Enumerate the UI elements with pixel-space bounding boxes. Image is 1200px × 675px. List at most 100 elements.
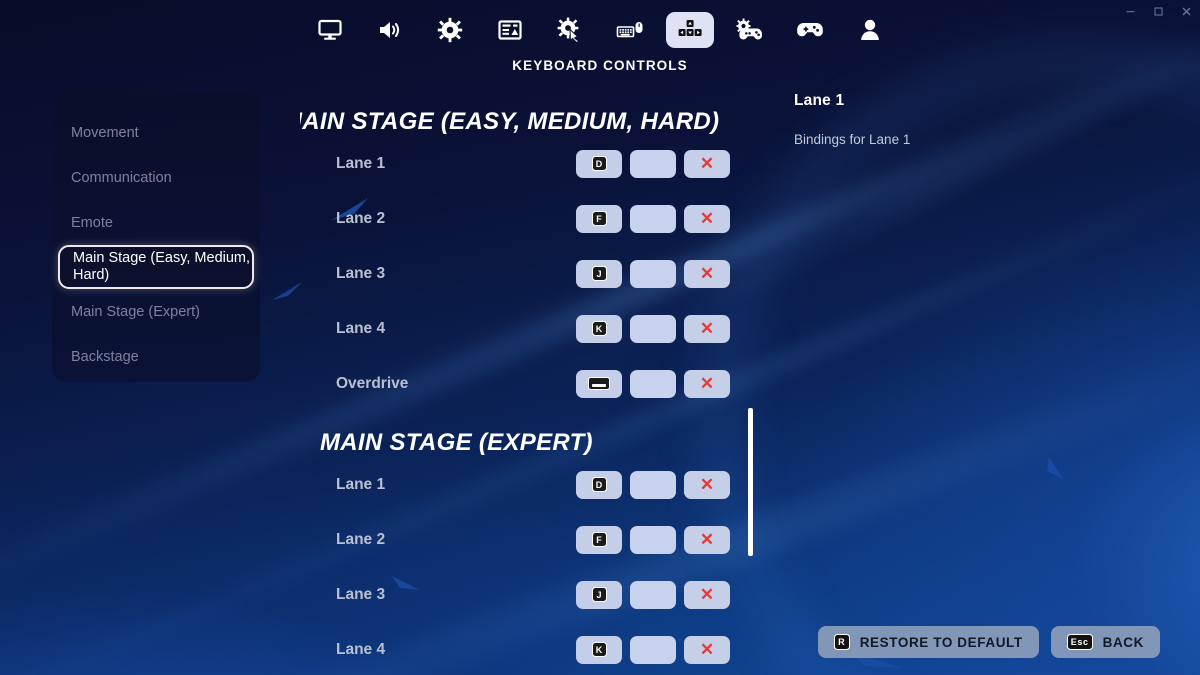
binding-action-label: Lane 1	[336, 154, 386, 172]
keycap: J	[591, 266, 607, 281]
secondary-bind-button[interactable]	[630, 204, 676, 233]
binding-buttons: J ✕	[576, 259, 752, 288]
binding-row[interactable]: Lane 3 J ✕	[300, 246, 752, 301]
tab-controller-options[interactable]	[726, 12, 774, 48]
clear-bind-button[interactable]: ✕	[684, 149, 730, 178]
close-icon: ✕	[699, 374, 715, 393]
primary-bind-button[interactable]: F	[576, 525, 622, 554]
clear-bind-button[interactable]: ✕	[684, 580, 730, 609]
primary-bind-button[interactable]: D	[576, 470, 622, 499]
background-shard	[272, 282, 302, 300]
binding-action-label: Lane 2	[336, 530, 386, 548]
binding-buttons: F ✕	[576, 204, 752, 233]
binding-buttons: K ✕	[576, 314, 752, 343]
sidebar-item-communication[interactable]: Communication	[52, 155, 260, 200]
back-button[interactable]: Esc BACK	[1050, 626, 1160, 658]
restore-to-default-label: RESTORE TO DEFAULT	[859, 634, 1023, 650]
tab-game[interactable]	[426, 12, 474, 48]
primary-bind-button[interactable]: D	[576, 149, 622, 178]
window-close-button[interactable]	[1172, 0, 1200, 22]
binding-buttons: ✕	[576, 369, 752, 398]
detail-description: Bindings for Lane 1	[794, 132, 911, 147]
clear-bind-button[interactable]: ✕	[684, 525, 730, 554]
tab-controller-controls[interactable]	[786, 12, 834, 48]
tab-account[interactable]	[846, 12, 894, 48]
sidebar-item-main-stage-easy-medium-hard[interactable]: Main Stage (Easy, Medium, Hard)	[58, 245, 254, 289]
spacebar-keycap	[588, 377, 610, 390]
section-title-main-stage-easy: MAIN STAGE (EASY, MEDIUM, HARD)	[300, 108, 720, 135]
binding-row[interactable]: Lane 2 F ✕	[300, 512, 752, 567]
sidebar-item-label: Main Stage (Easy, Medium, Hard)	[73, 250, 251, 283]
binding-row[interactable]: Lane 2 F ✕	[300, 191, 752, 246]
window-maximize-button[interactable]	[1144, 0, 1172, 22]
binding-detail-panel: Lane 1 Bindings for Lane 1	[794, 92, 1124, 147]
gear-icon	[437, 17, 463, 43]
monitor-icon	[317, 17, 343, 43]
tab-accessibility[interactable]	[546, 12, 594, 48]
binding-action-label: Lane 3	[336, 264, 386, 282]
secondary-bind-button[interactable]	[630, 259, 676, 288]
sidebar-item-main-stage-expert[interactable]: Main Stage (Expert)	[52, 289, 260, 334]
r-keycap-icon: R	[833, 634, 850, 650]
close-icon: ✕	[699, 154, 715, 173]
binding-buttons: D ✕	[576, 149, 752, 178]
hud-layout-icon	[497, 17, 523, 43]
tab-hud-layout[interactable]	[486, 12, 534, 48]
keycap: F	[591, 211, 607, 226]
window-minimize-button[interactable]	[1116, 0, 1144, 22]
secondary-bind-button[interactable]	[630, 149, 676, 178]
tab-input[interactable]	[606, 12, 654, 48]
settings-tab-bar	[0, 8, 1200, 52]
binding-row[interactable]: Lane 1 D ✕	[300, 457, 752, 512]
primary-bind-button[interactable]: F	[576, 204, 622, 233]
binding-row[interactable]: Overdrive ✕	[300, 356, 752, 411]
active-tab-label: KEYBOARD CONTROLS	[512, 58, 688, 73]
restore-to-default-button[interactable]: R RESTORE TO DEFAULT	[817, 626, 1039, 658]
esc-keycap-icon: Esc	[1066, 634, 1093, 650]
clear-bind-button[interactable]: ✕	[684, 204, 730, 233]
section-title-main-stage-expert: MAIN STAGE (EXPERT)	[320, 429, 593, 456]
close-icon: ✕	[699, 530, 715, 549]
binding-row[interactable]: Lane 1 D ✕	[300, 136, 752, 191]
primary-bind-button[interactable]: J	[576, 580, 622, 609]
clear-bind-button[interactable]: ✕	[684, 369, 730, 398]
keyboard-mouse-icon	[616, 17, 644, 43]
clear-bind-button[interactable]: ✕	[684, 314, 730, 343]
settings-screen: KEYBOARD CONTROLS Movement Communication…	[0, 0, 1200, 675]
secondary-bind-button[interactable]	[630, 314, 676, 343]
primary-bind-button[interactable]	[576, 369, 622, 398]
binding-buttons: D ✕	[576, 470, 752, 499]
secondary-bind-button[interactable]	[630, 525, 676, 554]
sidebar-item-backstage[interactable]: Backstage	[52, 334, 260, 379]
clear-bind-button[interactable]: ✕	[684, 470, 730, 499]
close-icon: ✕	[699, 209, 715, 228]
clear-bind-button[interactable]: ✕	[684, 259, 730, 288]
tab-keyboard-controls[interactable]	[666, 12, 714, 48]
sidebar-item-emote[interactable]: Emote	[52, 200, 260, 245]
binding-row[interactable]: Lane 4 K ✕	[300, 301, 752, 356]
secondary-bind-button[interactable]	[630, 369, 676, 398]
speaker-icon	[377, 17, 403, 43]
footer-actions: R RESTORE TO DEFAULT Esc BACK	[0, 626, 1200, 658]
primary-bind-button[interactable]: J	[576, 259, 622, 288]
account-icon	[859, 17, 881, 43]
keycap: D	[591, 477, 607, 492]
window-controls	[1116, 0, 1200, 22]
controller-gear-icon	[736, 18, 764, 42]
binding-action-label: Lane 4	[336, 319, 386, 337]
secondary-bind-button[interactable]	[630, 470, 676, 499]
sidebar-item-movement[interactable]: Movement	[52, 110, 260, 155]
secondary-bind-button[interactable]	[630, 580, 676, 609]
primary-bind-button[interactable]: K	[576, 314, 622, 343]
list-scrollbar-thumb[interactable]	[748, 408, 753, 556]
keycap: J	[591, 587, 607, 602]
accessibility-gear-hand-icon	[557, 17, 583, 43]
binding-row[interactable]: Lane 3 J ✕	[300, 567, 752, 622]
keycap: D	[591, 156, 607, 171]
binding-action-label: Overdrive	[336, 374, 409, 392]
back-label: BACK	[1102, 634, 1144, 650]
tab-audio[interactable]	[366, 12, 414, 48]
close-icon: ✕	[699, 319, 715, 338]
tab-video[interactable]	[306, 12, 354, 48]
detail-title: Lane 1	[794, 92, 845, 109]
